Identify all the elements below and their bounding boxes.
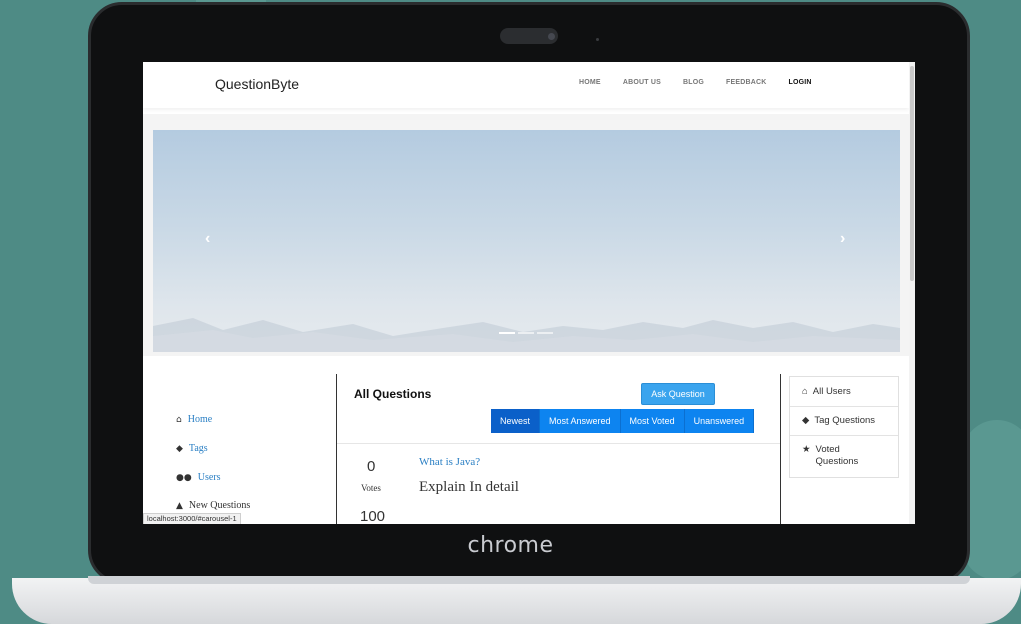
carousel-next-icon[interactable]: › [840,230,845,248]
sidebar-item-new-questions[interactable]: ▲ New Questions [176,500,250,511]
laptop-base [12,578,1021,624]
vote-label: Votes [361,483,381,493]
device-brand-label: chrome [467,533,554,558]
right-item-label: Tag Questions [814,415,876,426]
sidebar-item-label: Tags [188,443,208,454]
laptop-hinge [88,576,970,584]
right-item-voted-questions[interactable]: ★ Voted Questions [802,444,882,468]
home-icon: ⌂ [176,414,182,425]
sidebar-item-label: New Questions [188,500,251,511]
tags-icon: ◆ [802,415,810,426]
sidebar-item-tags[interactable]: ◆ Tags [176,443,208,454]
question-description: Explain In detail [419,479,519,495]
right-item-label: Voted Questions [815,444,859,467]
ask-question-button[interactable]: Ask Question [641,383,715,405]
nav-link-login[interactable]: LOGIN [789,79,812,86]
right-item-tag-questions[interactable]: ◆ Tag Questions [802,415,875,426]
navbar: QuestionByte HOME ABOUT US BLOG FEEDBACK… [143,62,909,108]
page-title: All Questions [354,387,432,401]
tab-most-voted[interactable]: Most Voted [620,409,685,433]
scrollbar-thumb[interactable] [910,66,914,281]
tags-icon: ◆ [176,443,183,454]
carousel-indicator-1[interactable] [499,332,515,334]
tab-most-answered[interactable]: Most Answered [540,409,621,433]
sidebar-item-label: Home [187,414,213,425]
questions-panel: All Questions Ask Question Newest Most A… [337,374,780,524]
status-bar-url: localhost:3000/#carousel-1 [143,513,241,524]
users-icon: ●● [176,472,192,483]
nav-links: HOME ABOUT US BLOG FEEDBACK LOGIN [579,79,834,86]
webcam-lens [548,33,555,40]
left-sidebar: ⌂ Home ◆ Tags ●● Users ▲ New Questions [143,374,336,524]
carousel-indicator-2[interactable] [518,332,534,334]
divider [790,435,898,436]
nav-link-home[interactable]: HOME [579,79,601,86]
tab-newest[interactable]: Newest [491,409,541,433]
new-questions-icon: ▲ [176,500,183,511]
browser-screen: QuestionByte HOME ABOUT US BLOG FEEDBACK… [143,62,915,524]
mountain-silhouette [153,318,900,352]
divider [337,443,780,444]
right-item-all-users[interactable]: ⌂ All Users [802,386,851,397]
sidebar-item-users[interactable]: ●● Users [176,472,221,483]
answer-count: 100 [360,508,386,524]
light-sensor [596,38,599,41]
right-sidebar: ⌂ All Users ◆ Tag Questions ★ Voted Ques… [789,376,899,478]
nav-link-blog[interactable]: BLOG [683,79,704,86]
right-item-label: All Users [812,386,851,397]
sidebar-item-label: Users [197,472,221,483]
question-filter-tabs: Newest Most Answered Most Voted Unanswer… [491,409,755,433]
site-logo[interactable]: QuestionByte [215,76,299,92]
tab-unanswered[interactable]: Unanswered [684,409,755,433]
nav-link-about-us[interactable]: ABOUT US [623,79,661,86]
vote-count: 0 [367,458,376,475]
star-icon: ★ [802,444,811,455]
carousel-indicators [499,332,553,334]
content-divider-right [780,374,781,524]
question-title-link[interactable]: What is Java? [419,456,480,468]
hero-carousel: ‹ › [153,130,900,352]
home-icon: ⌂ [802,386,808,397]
page-scrollbar[interactable] [909,62,915,524]
carousel-indicator-3[interactable] [537,332,553,334]
divider [790,406,898,407]
sidebar-item-home[interactable]: ⌂ Home [176,414,212,425]
nav-link-feedback[interactable]: FEEDBACK [726,79,767,86]
carousel-prev-icon[interactable]: ‹ [205,230,210,248]
